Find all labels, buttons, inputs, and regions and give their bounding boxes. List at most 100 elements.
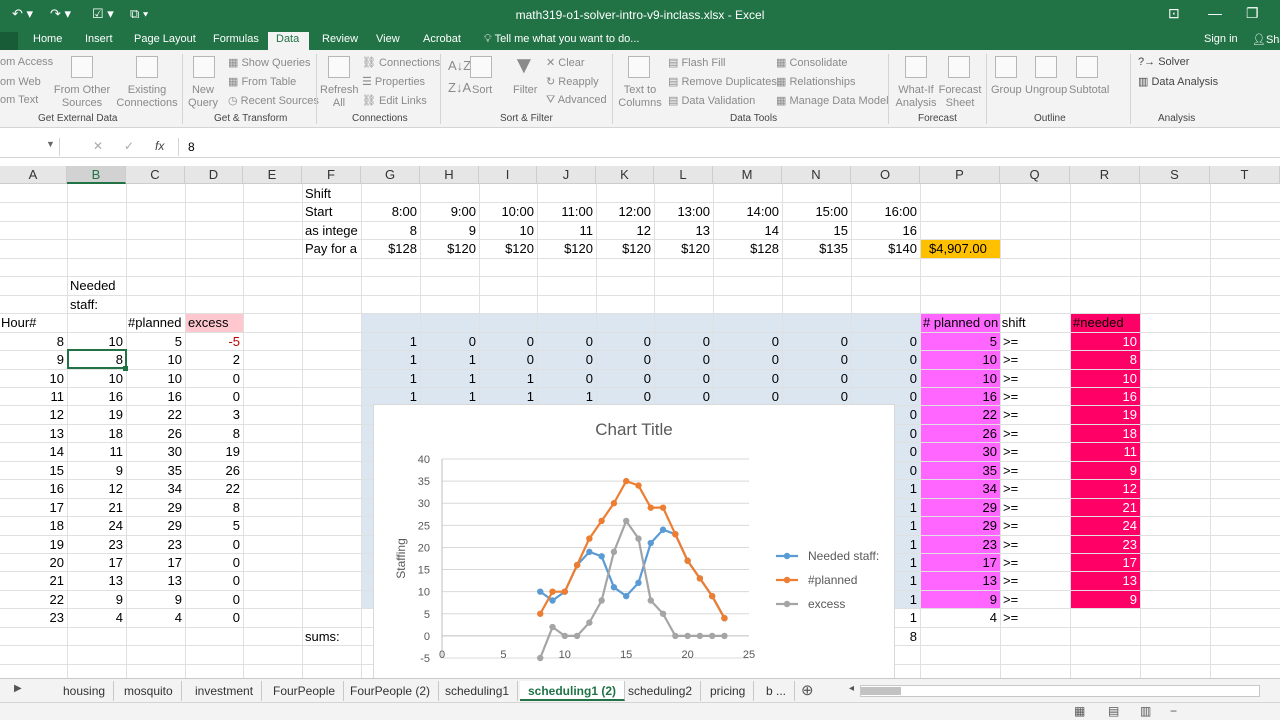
remove-duplicates-button[interactable]: ▤ Remove Duplicates — [668, 75, 777, 88]
cell-excess[interactable]: 0 — [188, 370, 240, 388]
cell-planned-on-shift[interactable]: 35 — [923, 462, 997, 480]
cell-needed-staff[interactable]: 12 — [70, 480, 123, 498]
sort-az-icon[interactable]: A↓Z — [448, 58, 471, 73]
cell-constraint-ge[interactable]: >= — [1003, 609, 1067, 627]
cell-pay[interactable]: $135 — [785, 240, 848, 258]
cell-needed-r[interactable]: 13 — [1073, 572, 1137, 590]
column-header-j[interactable]: J — [537, 166, 596, 184]
column-header-r[interactable]: R — [1070, 166, 1140, 184]
cancel-icon[interactable]: ✕ — [93, 139, 103, 153]
cell-needed-staff[interactable]: 21 — [70, 499, 123, 517]
cell-shift-assignment[interactable]: 1 — [364, 370, 417, 388]
edit-links-button[interactable]: ⛓︎ Edit Links — [362, 94, 427, 107]
cell-shift-assignment[interactable]: 0 — [482, 351, 534, 369]
connections-button[interactable]: ⛓︎ Connections — [362, 56, 440, 69]
column-header-b[interactable]: B — [67, 166, 126, 184]
cell-shift-assignment[interactable]: 0 — [785, 370, 848, 388]
cell-hour[interactable]: 9 — [3, 351, 64, 369]
cell-hour[interactable]: 12 — [3, 406, 64, 424]
zoom-out-icon[interactable]: − — [1170, 704, 1177, 718]
cell-needed-label[interactable]: Needed — [70, 277, 123, 295]
new-sheet-icon[interactable]: ⊕ — [801, 681, 814, 699]
normal-view-icon[interactable]: ▦ — [1074, 704, 1085, 718]
sort-button[interactable]: Sort — [472, 84, 492, 96]
cell-needed-staff[interactable]: 16 — [70, 388, 123, 406]
cell-start-time[interactable]: 12:00 — [599, 203, 651, 221]
column-header-p[interactable]: P — [920, 166, 1000, 184]
data-analysis-button[interactable]: ▥ Data Analysis — [1138, 75, 1218, 88]
cell-needed-r[interactable]: 12 — [1073, 480, 1137, 498]
restore-icon[interactable]: ❐ — [1246, 5, 1259, 22]
cell-shift-assignment[interactable]: 1 — [364, 351, 417, 369]
cell-planned-on-shift-label[interactable]: # planned on shift — [923, 314, 1063, 332]
cell-start-label[interactable]: Start — [305, 203, 360, 221]
cell-needed-r-label[interactable]: #needed — [1073, 314, 1137, 332]
cell-needed-staff[interactable]: 9 — [70, 462, 123, 480]
cell-hour[interactable]: 20 — [3, 554, 64, 572]
cell-constraint-ge[interactable]: >= — [1003, 480, 1067, 498]
forecast-sheet-button[interactable]: Forecast Sheet — [938, 84, 982, 110]
cell-excess[interactable]: 0 — [188, 591, 240, 609]
cell-needed-r[interactable]: 4 — [1073, 609, 1137, 627]
cell-needed-staff[interactable]: 10 — [70, 333, 123, 351]
cell-constraint-ge[interactable]: >= — [1003, 572, 1067, 590]
cell-constraint-ge[interactable]: >= — [1003, 370, 1067, 388]
cell-shift-integer[interactable]: 10 — [482, 222, 534, 240]
cell-planned-on-shift[interactable]: 23 — [923, 536, 997, 554]
cell-pay[interactable]: $120 — [599, 240, 651, 258]
cell-needed-r[interactable]: 23 — [1073, 536, 1137, 554]
from-other-sources-button[interactable]: From Other Sources — [53, 84, 111, 110]
data-validation-button[interactable]: ▤ Data Validation — [668, 94, 755, 107]
sheet-tab-pricing[interactable]: pricing — [702, 681, 755, 701]
cell-needed-r[interactable]: 10 — [1073, 370, 1137, 388]
tab-formulas[interactable]: Formulas — [205, 32, 267, 50]
from-web-button[interactable]: om Web — [0, 76, 41, 88]
cell-planned-on-shift[interactable]: 10 — [923, 370, 997, 388]
cell-constraint-ge[interactable]: >= — [1003, 351, 1067, 369]
cell-shift-label[interactable]: Shift — [305, 185, 425, 203]
cell-hour[interactable]: 13 — [3, 425, 64, 443]
cell-constraint-ge[interactable]: >= — [1003, 333, 1067, 351]
cell-planned[interactable]: 30 — [129, 443, 182, 461]
staffing-chart[interactable]: Chart Title -5 0 5 10 15 20 25 30 35 40 0 5 10 15 20 25 S… — [373, 404, 895, 684]
cell-needed-staff[interactable]: 18 — [70, 425, 123, 443]
cell-pay-label[interactable]: Pay for a — [305, 240, 360, 258]
cell-start-time[interactable]: 14:00 — [716, 203, 779, 221]
cell-planned[interactable]: 13 — [129, 572, 182, 590]
cell-shift-integer[interactable]: 16 — [854, 222, 917, 240]
solver-button[interactable]: ?→ Solver — [1138, 56, 1189, 68]
column-header-g[interactable]: G — [361, 166, 420, 184]
filter-button[interactable]: Filter — [513, 84, 537, 96]
tab-view[interactable]: View — [368, 32, 408, 50]
cell-shift-integer[interactable]: 12 — [599, 222, 651, 240]
column-header-d[interactable]: D — [185, 166, 243, 184]
cell-shift-assignment[interactable]: 0 — [854, 333, 917, 351]
cell-excess[interactable]: 3 — [188, 406, 240, 424]
cell-planned[interactable]: 5 — [129, 333, 182, 351]
column-header-m[interactable]: M — [713, 166, 782, 184]
column-header-s[interactable]: S — [1140, 166, 1210, 184]
tell-me-search[interactable]: 💡︎ Tell me what you want to do... — [476, 32, 647, 50]
cell-excess[interactable]: 5 — [188, 517, 240, 535]
cell-hour[interactable]: 18 — [3, 517, 64, 535]
column-header-t[interactable]: T — [1210, 166, 1280, 184]
cell-shift-assignment[interactable]: 0 — [540, 351, 593, 369]
enter-icon[interactable]: ✓ — [124, 139, 134, 153]
cell-needed-r[interactable]: 9 — [1073, 462, 1137, 480]
cell-excess[interactable]: 8 — [188, 425, 240, 443]
cell-shift-integer[interactable]: 13 — [657, 222, 710, 240]
cell-planned-on-shift[interactable]: 29 — [923, 499, 997, 517]
cell-planned[interactable]: 16 — [129, 388, 182, 406]
cell-shift-assignment[interactable]: 1 — [364, 333, 417, 351]
cell-needed-r[interactable]: 10 — [1073, 333, 1137, 351]
cell-shift-assignment[interactable]: 0 — [657, 370, 710, 388]
cell-shift-integer[interactable]: 14 — [716, 222, 779, 240]
cell-planned-on-shift[interactable]: 30 — [923, 443, 997, 461]
ungroup-button[interactable]: Ungroup — [1025, 84, 1067, 96]
cell-planned-on-shift[interactable]: 10 — [923, 351, 997, 369]
selected-cell[interactable] — [67, 349, 127, 370]
from-access-button[interactable]: om Access — [0, 56, 53, 68]
cell-needed-r[interactable]: 8 — [1073, 351, 1137, 369]
cell-planned[interactable]: 29 — [129, 517, 182, 535]
cell-start-time[interactable]: 16:00 — [854, 203, 917, 221]
